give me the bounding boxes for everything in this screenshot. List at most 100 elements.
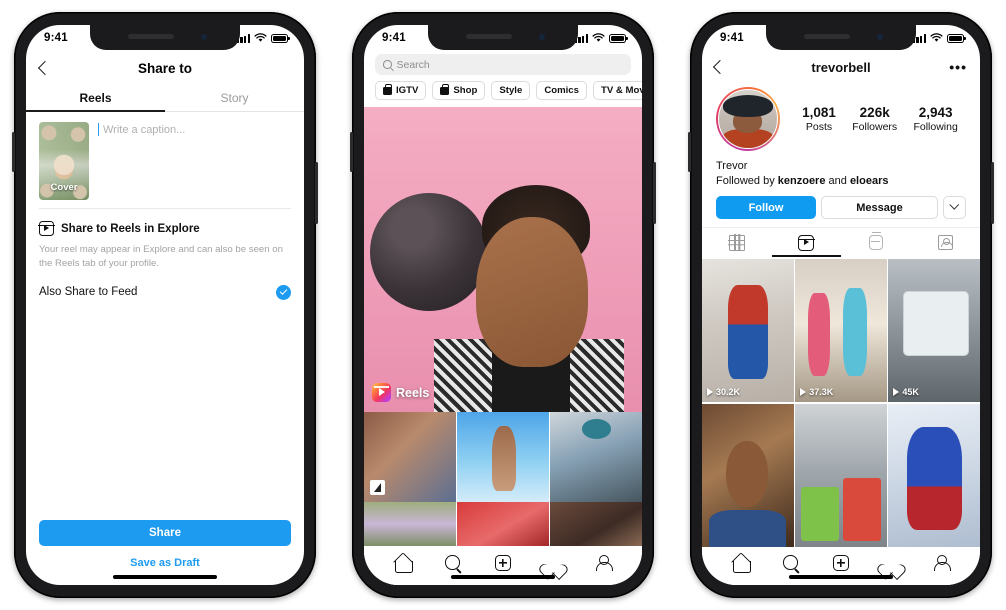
tab-story[interactable]: Story xyxy=(165,85,304,111)
featured-reel-tile[interactable]: Reels xyxy=(364,107,642,412)
search-icon[interactable] xyxy=(782,554,801,573)
explore-tile[interactable] xyxy=(364,502,456,546)
shop-bag-icon xyxy=(440,84,450,95)
home-indicator xyxy=(789,574,893,579)
stat-followers[interactable]: 226k Followers xyxy=(852,105,897,133)
reel-tile[interactable] xyxy=(795,403,887,547)
explore-tile[interactable] xyxy=(550,502,642,546)
face-shape xyxy=(476,217,588,367)
more-options-icon[interactable]: ••• xyxy=(949,60,967,74)
heart-icon[interactable] xyxy=(544,555,563,574)
status-time: 9:41 xyxy=(720,32,744,44)
tab-grid[interactable] xyxy=(702,228,772,257)
reel-tile[interactable]: 45K xyxy=(888,259,980,403)
reel-tile[interactable]: 37.3K xyxy=(795,259,887,403)
status-time: 9:41 xyxy=(382,32,406,44)
reel-tile[interactable] xyxy=(888,403,980,547)
chip-shop[interactable]: Shop xyxy=(432,81,486,100)
search-placeholder: Search xyxy=(396,58,430,71)
stat-value: 226k xyxy=(859,105,890,120)
share-explore-description: Your reel may appear in Explore and can … xyxy=(39,244,283,269)
home-icon[interactable] xyxy=(394,554,413,573)
followed-by-text: Followed by kenzoere and eloears xyxy=(716,175,966,187)
explore-tile[interactable] xyxy=(364,412,456,502)
stat-following[interactable]: 2,943 Following xyxy=(913,105,957,133)
tab-tagged[interactable] xyxy=(911,228,981,257)
view-count: 45K xyxy=(893,387,919,397)
follow-button[interactable]: Follow xyxy=(716,196,816,219)
view-count: 37.3K xyxy=(800,387,833,397)
navigation-bar: Share to xyxy=(26,51,304,85)
play-icon xyxy=(893,388,900,397)
profile-actions: Follow Message xyxy=(702,187,980,219)
search-input[interactable]: Search xyxy=(375,54,631,75)
person-icon[interactable] xyxy=(594,554,613,573)
profile-navigation-bar: trevorbell ••• xyxy=(702,51,980,83)
stat-value: 1,081 xyxy=(802,105,836,120)
plus-square-icon[interactable] xyxy=(494,554,513,573)
stat-label: Following xyxy=(913,121,958,133)
grid-icon xyxy=(728,234,746,251)
stat-posts[interactable]: 1,081 Posts xyxy=(802,105,836,133)
also-share-to-feed-row[interactable]: Also Share to Feed xyxy=(26,271,304,300)
basketball-shape xyxy=(370,193,488,311)
device-notch xyxy=(90,25,240,50)
share-button[interactable]: Share xyxy=(39,520,291,546)
chevron-down-icon xyxy=(949,200,960,210)
view-count-label: 45K xyxy=(902,387,919,398)
share-tabs: Reels Story xyxy=(26,85,304,112)
avatar[interactable] xyxy=(716,87,780,151)
share-to-explore-row[interactable]: Share to Reels in Explore xyxy=(26,209,304,238)
page-title: Share to xyxy=(137,60,192,76)
reels-badge: Reels xyxy=(372,383,429,402)
followed-user[interactable]: kenzoere xyxy=(778,175,826,187)
reel-tile[interactable] xyxy=(702,403,794,547)
check-icon[interactable] xyxy=(276,284,291,300)
category-chips: IGTV Shop Style Comics TV & Movie xyxy=(364,81,642,107)
device-notch xyxy=(766,25,916,50)
reels-row: 30.2K 37.3K 45K xyxy=(702,259,980,403)
chip-label: Shop xyxy=(453,85,478,96)
cover-thumbnail[interactable]: Cover xyxy=(39,122,89,200)
explore-tile[interactable] xyxy=(457,412,549,502)
play-icon xyxy=(707,388,713,397)
caption-input[interactable]: Write a caption... xyxy=(98,122,291,200)
reel-tile[interactable]: 30.2K xyxy=(702,259,794,403)
also-share-label: Also Share to Feed xyxy=(39,286,138,299)
profile-username: trevorbell xyxy=(811,59,871,75)
followed-prefix: Followed by xyxy=(716,175,778,187)
chip-tv-movies[interactable]: TV & Movie xyxy=(592,81,642,100)
explore-tile[interactable] xyxy=(550,412,642,502)
view-count-label: 30.2K xyxy=(716,387,741,398)
reels-grid: 30.2K 37.3K 45K xyxy=(702,259,980,547)
profile-stats: 1,081 Posts 226k Followers 2,943 Followi… xyxy=(794,105,966,133)
plus-square-icon[interactable] xyxy=(832,554,851,573)
view-count: 30.2K xyxy=(707,387,740,397)
profile-bio: Trevor Followed by kenzoere and eloears xyxy=(702,151,980,187)
chip-style[interactable]: Style xyxy=(491,81,531,100)
followed-user[interactable]: eloears xyxy=(850,175,889,187)
tab-reels[interactable] xyxy=(771,228,842,257)
explore-tile[interactable] xyxy=(457,502,549,546)
message-button[interactable]: Message xyxy=(821,196,938,219)
wifi-icon xyxy=(930,33,943,42)
search-icon[interactable] xyxy=(444,554,463,573)
profile-tabs xyxy=(702,227,980,257)
tab-reels[interactable]: Reels xyxy=(26,85,165,112)
stat-label: Followers xyxy=(852,121,898,133)
tab-igtv[interactable] xyxy=(841,228,911,257)
phone-share-to: 9:41 Share to Reels Story Cover Write a … xyxy=(12,12,318,598)
chip-label: IGTV xyxy=(396,85,419,96)
view-count-label: 37.3K xyxy=(809,387,834,398)
person-icon[interactable] xyxy=(932,554,951,573)
chip-comics[interactable]: Comics xyxy=(536,81,587,100)
device-notch xyxy=(428,25,578,50)
reels-icon xyxy=(797,234,815,251)
home-icon[interactable] xyxy=(732,554,751,573)
save-as-draft-button[interactable]: Save as Draft xyxy=(39,557,291,569)
stat-label: Posts xyxy=(805,121,833,133)
more-actions-button[interactable] xyxy=(943,196,966,219)
heart-icon[interactable] xyxy=(882,555,901,574)
tagged-icon xyxy=(937,235,953,250)
chip-igtv[interactable]: IGTV xyxy=(375,81,427,100)
